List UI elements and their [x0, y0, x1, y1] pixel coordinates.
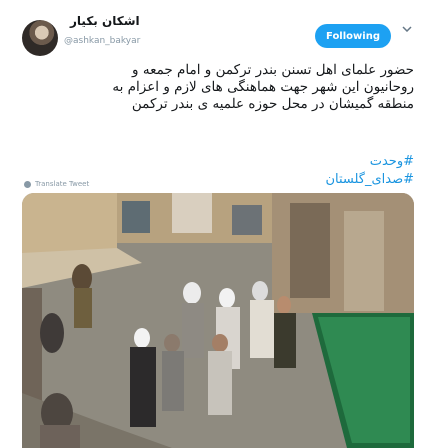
tweet-header: اشکان بکیار @ashkan_bakyar Following [0, 0, 436, 58]
translate-label: Translate Tweet [35, 180, 90, 188]
following-button[interactable]: Following [315, 24, 391, 48]
tweet-text: حضور علمای اهل تسنن بندر ترکمن و امام جم… [22, 62, 414, 113]
tweet-text-line: حضور علمای اهل تسنن بندر ترکمن و امام جم… [132, 62, 414, 78]
hashtag-link[interactable]: #وحدت [22, 154, 414, 172]
display-name[interactable]: اشکان بکیار [70, 14, 140, 28]
tweet-text-line: روحانیون این شهر جهت هماهنگی های لازم و … [112, 79, 414, 95]
avatar[interactable] [22, 20, 58, 56]
tweet-text-line: منطقه گمیشان در محل حوزه علمیه ی بندر تر… [131, 96, 414, 112]
globe-icon [24, 180, 31, 188]
chevron-down-icon[interactable] [400, 22, 414, 36]
tweet-photo[interactable] [22, 193, 414, 448]
user-handle[interactable]: @ashkan_bakyar [64, 36, 140, 46]
translate-tweet-link[interactable]: Translate Tweet [24, 180, 89, 188]
